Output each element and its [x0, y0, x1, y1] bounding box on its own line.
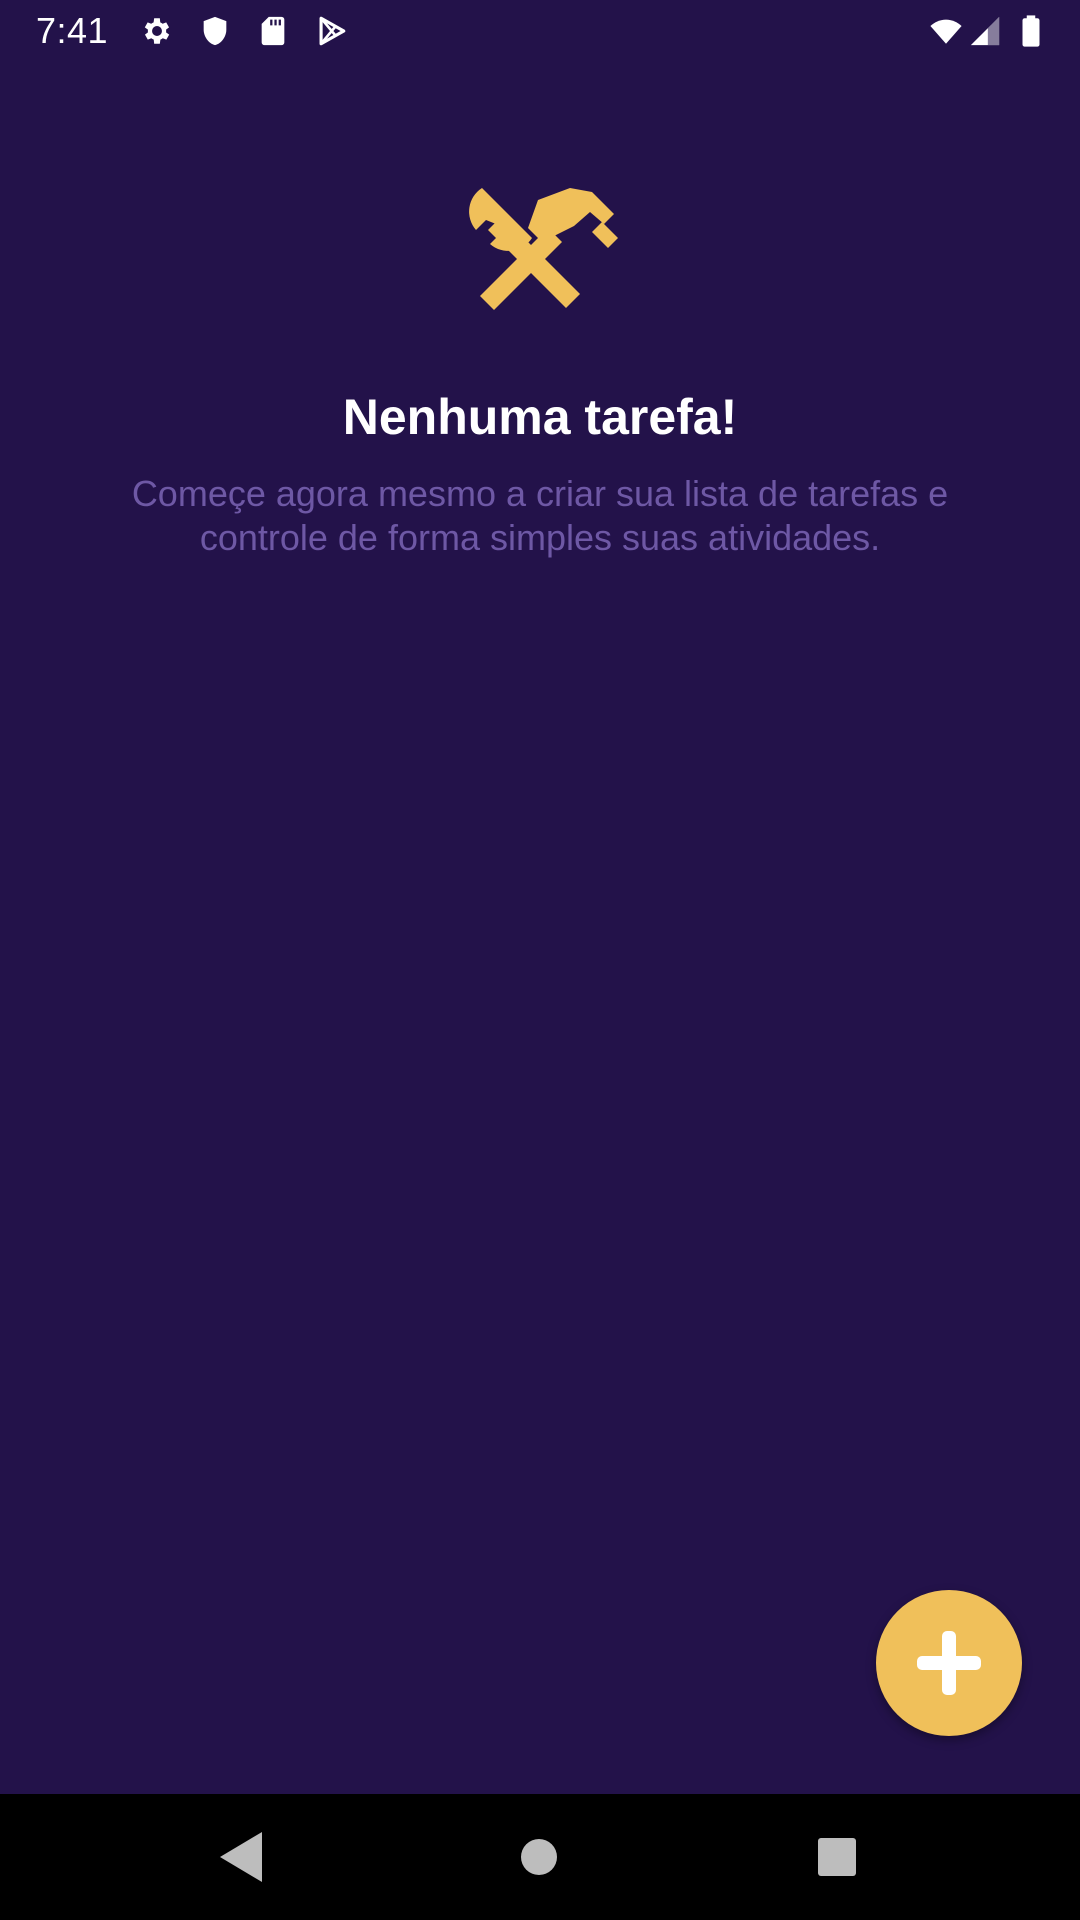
empty-state-subtitle: Começe agora mesmo a criar sua lista de …	[131, 473, 949, 558]
play-store-icon	[314, 14, 348, 48]
status-time: 7:41	[36, 10, 109, 51]
sd-card-icon	[256, 14, 290, 48]
navigation-bar	[0, 1794, 1080, 1920]
tools-icon	[462, 182, 618, 316]
add-task-button[interactable]	[876, 1590, 1022, 1736]
battery-icon	[1016, 14, 1046, 48]
empty-state-title: Nenhuma tarefa!	[342, 389, 738, 445]
settings-icon	[140, 14, 174, 48]
wifi-icon	[926, 14, 966, 48]
cell-signal-icon	[968, 14, 1002, 48]
back-icon[interactable]	[206, 1824, 272, 1890]
app-screen: 7:41 Nenhuma tarefa! Começe agora mesmo …	[0, 0, 1080, 1920]
status-bar: 7:41	[0, 0, 1080, 66]
plus-icon	[909, 1623, 989, 1703]
home-icon[interactable]	[506, 1824, 572, 1890]
recents-icon[interactable]	[804, 1824, 870, 1890]
shield-icon	[198, 14, 232, 48]
